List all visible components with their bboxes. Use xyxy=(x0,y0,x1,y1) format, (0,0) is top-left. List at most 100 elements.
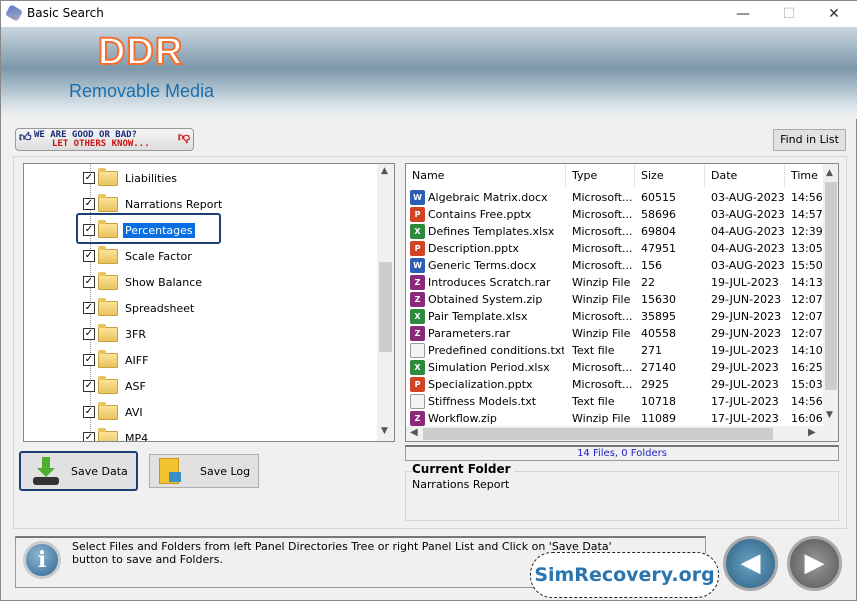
cell-size: 15630 xyxy=(641,293,676,306)
cell-date: 29-JUL-2023 xyxy=(711,378,779,391)
column-header-name[interactable]: Name xyxy=(406,164,566,187)
cell-type: Microsoft... xyxy=(572,208,633,221)
table-row[interactable]: P Description.pptx Microsoft... 47951 04-AUG… xyxy=(406,240,824,257)
directory-tree[interactable]: ✓ Liabilities ✓ Narrations Report ✓ Percentag… xyxy=(23,163,395,442)
table-row[interactable]: W Generic Terms.docx Microsoft... 156 03-AUG… xyxy=(406,257,824,274)
tree-item[interactable]: ✓ Spreadsheet xyxy=(24,297,384,319)
checkbox[interactable]: ✓ xyxy=(83,250,95,262)
column-header-date[interactable]: Date xyxy=(705,164,785,187)
watermark-logo: SimRecovery.org xyxy=(530,552,719,598)
feedback-button[interactable]: 👍︎ WE ARE GOOD OR BAD? LET OTHERS KNOW..… xyxy=(15,128,194,151)
cell-date: 29-JUN-2023 xyxy=(711,293,782,306)
cell-type: Microsoft... xyxy=(572,259,633,272)
scroll-left-icon[interactable]: ◀ xyxy=(410,427,418,438)
tree-item[interactable]: ✓ Scale Factor xyxy=(24,245,384,267)
scroll-thumb[interactable] xyxy=(423,428,773,440)
next-button[interactable]: ▶ xyxy=(787,536,842,591)
tree-item[interactable]: ✓ Narrations Report xyxy=(24,193,384,215)
tree-item[interactable]: ✓ AVI xyxy=(24,401,384,423)
powerpoint-file-icon: P xyxy=(410,207,425,222)
cell-size: 271 xyxy=(641,344,662,357)
table-row[interactable]: W Algebraic Matrix.docx Microsoft... 60515 0… xyxy=(406,189,824,206)
table-row[interactable]: X Defines Templates.xlsx Microsoft... 69804… xyxy=(406,223,824,240)
folder-icon xyxy=(98,428,118,441)
column-header-type[interactable]: Type xyxy=(566,164,635,187)
column-header-size[interactable]: Size xyxy=(635,164,705,187)
tree-item-label: Show Balance xyxy=(125,276,203,289)
table-row[interactable]: X Simulation Period.xlsx Microsoft... 27140… xyxy=(406,359,824,376)
save-log-button[interactable]: Save Log xyxy=(149,454,259,488)
archive-file-icon: Z xyxy=(410,292,425,307)
back-button[interactable]: ◀ xyxy=(723,536,778,591)
scroll-thumb[interactable] xyxy=(825,182,837,390)
save-data-label: Save Data xyxy=(71,465,128,478)
cell-date: 19-JUL-2023 xyxy=(711,344,779,357)
scroll-up-icon[interactable]: ▲ xyxy=(826,168,833,178)
tree-item[interactable]: ✓ Liabilities xyxy=(24,167,384,189)
tree-item[interactable]: ✓ MP4 xyxy=(24,427,384,441)
checkbox[interactable]: ✓ xyxy=(83,432,95,441)
cell-name: Pair Template.xlsx xyxy=(428,310,528,323)
current-folder-value: Narrations Report xyxy=(412,478,510,491)
list-vscrollbar[interactable]: ▲ ▼ xyxy=(823,164,838,426)
cell-size: 156 xyxy=(641,259,662,272)
checkbox[interactable]: ✓ xyxy=(83,172,95,184)
scroll-thumb[interactable] xyxy=(379,262,392,352)
word-file-icon: W xyxy=(410,190,425,205)
checkbox[interactable]: ✓ xyxy=(83,354,95,366)
cell-name: Simulation Period.xlsx xyxy=(428,361,550,374)
table-row[interactable]: P Specialization.pptx Microsoft... 2925 29-J… xyxy=(406,376,824,393)
file-list[interactable]: Name Type Size Date Time W Algebraic Matrix.d… xyxy=(405,163,839,442)
folder-icon xyxy=(98,246,118,264)
log-file-icon xyxy=(159,458,181,484)
table-row[interactable]: Z Introduces Scratch.rar Winzip File 22 19-J… xyxy=(406,274,824,291)
tree-item-label: AIFF xyxy=(125,354,149,367)
cell-size: 40558 xyxy=(641,327,676,340)
cell-date: 19-JUL-2023 xyxy=(711,276,779,289)
cell-name: Defines Templates.xlsx xyxy=(428,225,555,238)
table-row[interactable]: X Pair Template.xlsx Microsoft... 35895 29-J… xyxy=(406,308,824,325)
table-row[interactable]: Z Parameters.rar Winzip File 40558 29-JUN-20… xyxy=(406,325,824,342)
archive-file-icon: Z xyxy=(410,326,425,341)
cell-size: 35895 xyxy=(641,310,676,323)
tree-item[interactable]: ✓ Show Balance xyxy=(24,271,384,293)
cell-size: 11089 xyxy=(641,412,676,425)
scroll-up-icon[interactable]: ▲ xyxy=(381,166,388,176)
table-row[interactable]: Z Obtained System.zip Winzip File 15630 29-J… xyxy=(406,291,824,308)
logo-subtitle: Removable Media xyxy=(69,81,215,101)
scroll-down-icon[interactable]: ▼ xyxy=(826,410,833,420)
scroll-right-icon[interactable]: ▶ xyxy=(808,427,816,438)
checkbox[interactable]: ✓ xyxy=(83,302,95,314)
tree-item[interactable]: ✓ 3FR xyxy=(24,323,384,345)
checkbox[interactable]: ✓ xyxy=(83,198,95,210)
list-hscrollbar[interactable]: ◀ ▶ xyxy=(406,426,838,441)
table-row[interactable]: Predefined conditions.txt Text file 271 19-… xyxy=(406,342,824,359)
excel-file-icon: X xyxy=(410,309,425,324)
save-data-button[interactable]: Save Data xyxy=(19,451,138,491)
folder-icon xyxy=(98,298,118,316)
cell-size: 47951 xyxy=(641,242,676,255)
cell-name: Obtained System.zip xyxy=(428,293,543,306)
tree-item[interactable]: ✓ ASF xyxy=(24,375,384,397)
next-arrow-icon: ▶ xyxy=(804,548,825,578)
close-button[interactable]: ✕ xyxy=(819,3,849,25)
tree-item[interactable]: ✓ AIFF xyxy=(24,349,384,371)
find-in-list-button[interactable]: Find in List xyxy=(773,129,846,151)
cell-date: 29-JUN-2023 xyxy=(711,327,782,340)
cell-date: 29-JUL-2023 xyxy=(711,361,779,374)
checkbox[interactable]: ✓ xyxy=(83,406,95,418)
checkbox[interactable]: ✓ xyxy=(83,380,95,392)
table-row[interactable]: P Contains Free.pptx Microsoft... 58696 03-A… xyxy=(406,206,824,223)
scroll-down-icon[interactable]: ▼ xyxy=(381,426,388,436)
checkbox[interactable]: ✓ xyxy=(83,328,95,340)
maximize-button[interactable]: ☐ xyxy=(774,3,804,25)
cell-type: Microsoft... xyxy=(572,361,633,374)
table-row[interactable]: Stiffness Models.txt Text file 10718 17-JUL… xyxy=(406,393,824,410)
table-row[interactable]: Z Workflow.zip Winzip File 11089 17-JUL-2023… xyxy=(406,410,824,427)
info-icon: i xyxy=(23,541,61,579)
minimize-button[interactable]: — xyxy=(728,3,758,25)
powerpoint-file-icon: P xyxy=(410,241,425,256)
checkbox[interactable]: ✓ xyxy=(83,276,95,288)
tree-scrollbar[interactable]: ▲ ▼ xyxy=(377,164,394,441)
folder-icon xyxy=(98,272,118,290)
